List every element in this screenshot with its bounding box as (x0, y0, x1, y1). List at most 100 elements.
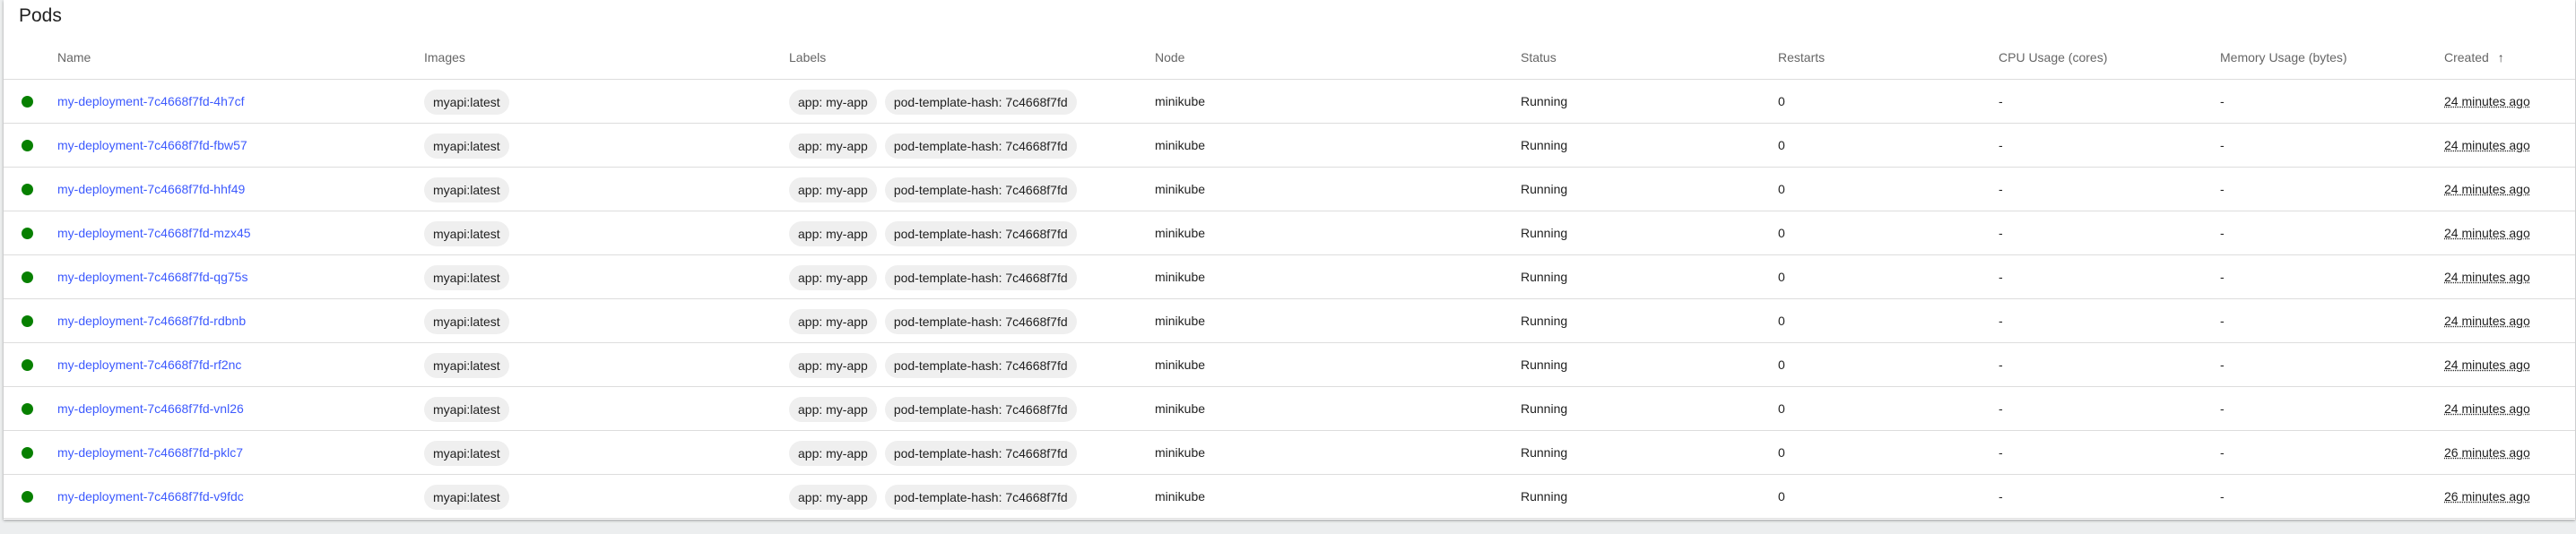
image-chip: myapi:latest (424, 221, 509, 247)
node-cell: minikube (1155, 357, 1206, 372)
table-row[interactable]: my-deployment-7c4668f7fd-mzx45 myapi:late… (4, 211, 2575, 255)
pod-name-link[interactable]: my-deployment-7c4668f7fd-pklc7 (57, 445, 243, 460)
label-chip: app: my-app (789, 90, 877, 116)
sort-ascending-icon[interactable]: ↑ (2498, 50, 2504, 65)
pods-card: Pods Name Images Labels Node Status Rest… (4, 0, 2575, 520)
label-chip: pod-template-hash: 7c4668f7fd (884, 397, 1077, 423)
table-row[interactable]: my-deployment-7c4668f7fd-fbw57 myapi:late… (4, 124, 2575, 168)
created-cell: 26 minutes ago (2444, 445, 2530, 460)
label-chip: pod-template-hash: 7c4668f7fd (884, 177, 1077, 203)
column-header-node[interactable]: Node (1155, 36, 1184, 79)
cpu-cell: - (1999, 182, 2003, 196)
table-row[interactable]: my-deployment-7c4668f7fd-pklc7 myapi:late… (4, 431, 2575, 475)
label-chip: pod-template-hash: 7c4668f7fd (884, 90, 1077, 116)
pod-name-link[interactable]: my-deployment-7c4668f7fd-4h7cf (57, 94, 245, 108)
node-cell: minikube (1155, 182, 1206, 196)
label-chip: app: my-app (789, 309, 877, 335)
status-running-icon (22, 315, 33, 327)
column-header-cpu: CPU Usage (cores) (1999, 50, 2108, 65)
label-chip: app: my-app (789, 441, 877, 467)
restarts-cell: 0 (1778, 401, 1785, 416)
image-chip: myapi:latest (424, 485, 509, 511)
created-cell: 24 minutes ago (2444, 314, 2530, 328)
status-running-icon (22, 271, 33, 283)
memory-cell: - (2220, 489, 2225, 504)
status-cell: Running (1521, 314, 1568, 328)
restarts-cell: 0 (1778, 138, 1785, 152)
status-cell: Running (1521, 401, 1568, 416)
label-chip: pod-template-hash: 7c4668f7fd (884, 309, 1077, 335)
pod-name-link[interactable]: my-deployment-7c4668f7fd-fbw57 (57, 138, 247, 152)
status-cell: Running (1521, 182, 1568, 196)
restarts-cell: 0 (1778, 445, 1785, 460)
column-header-restarts[interactable]: Restarts (1778, 36, 1825, 79)
label-chip: pod-template-hash: 7c4668f7fd (884, 441, 1077, 467)
cpu-cell: - (1999, 357, 2003, 372)
pod-name-link[interactable]: my-deployment-7c4668f7fd-vnl26 (57, 401, 244, 416)
cpu-cell: - (1999, 138, 2003, 152)
column-header-status[interactable]: Status (1521, 36, 1557, 79)
restarts-cell: 0 (1778, 357, 1785, 372)
memory-cell: - (2220, 314, 2225, 328)
memory-cell: - (2220, 357, 2225, 372)
status-running-icon (22, 359, 33, 371)
node-cell: minikube (1155, 489, 1206, 504)
label-chip: app: my-app (789, 177, 877, 203)
cpu-cell: - (1999, 314, 2003, 328)
status-running-icon (22, 96, 33, 108)
node-cell: minikube (1155, 270, 1206, 284)
node-cell: minikube (1155, 138, 1206, 152)
status-running-icon (22, 447, 33, 459)
pod-name-link[interactable]: my-deployment-7c4668f7fd-mzx45 (57, 226, 251, 240)
memory-cell: - (2220, 445, 2225, 460)
column-header-name[interactable]: Name (57, 36, 91, 79)
table-header: Name Images Labels Node Status Restarts … (4, 36, 2575, 80)
memory-cell: - (2220, 270, 2225, 284)
pod-name-link[interactable]: my-deployment-7c4668f7fd-hhf49 (57, 182, 245, 196)
memory-cell: - (2220, 226, 2225, 240)
status-cell: Running (1521, 94, 1568, 108)
page-title: Pods (19, 5, 62, 26)
table-row[interactable]: my-deployment-7c4668f7fd-qg75s myapi:late… (4, 255, 2575, 299)
created-cell: 24 minutes ago (2444, 94, 2530, 108)
label-chip: pod-template-hash: 7c4668f7fd (884, 221, 1077, 247)
image-chip: myapi:latest (424, 353, 509, 379)
image-chip: myapi:latest (424, 309, 509, 335)
label-chip: app: my-app (789, 134, 877, 159)
table-row[interactable]: my-deployment-7c4668f7fd-rf2nc myapi:late… (4, 343, 2575, 387)
image-chip: myapi:latest (424, 134, 509, 159)
pod-name-link[interactable]: my-deployment-7c4668f7fd-rf2nc (57, 357, 241, 372)
pod-name-link[interactable]: my-deployment-7c4668f7fd-rdbnb (57, 314, 246, 328)
restarts-cell: 0 (1778, 182, 1785, 196)
created-cell: 24 minutes ago (2444, 401, 2530, 416)
restarts-cell: 0 (1778, 94, 1785, 108)
table-row[interactable]: my-deployment-7c4668f7fd-hhf49 myapi:late… (4, 168, 2575, 211)
table-row[interactable]: my-deployment-7c4668f7fd-rdbnb myapi:late… (4, 299, 2575, 343)
image-chip: myapi:latest (424, 90, 509, 116)
restarts-cell: 0 (1778, 226, 1785, 240)
node-cell: minikube (1155, 94, 1206, 108)
status-cell: Running (1521, 357, 1568, 372)
node-cell: minikube (1155, 401, 1206, 416)
restarts-cell: 0 (1778, 314, 1785, 328)
label-chip: app: my-app (789, 265, 877, 291)
status-running-icon (22, 140, 33, 151)
cpu-cell: - (1999, 401, 2003, 416)
memory-cell: - (2220, 94, 2225, 108)
table-row[interactable]: my-deployment-7c4668f7fd-4h7cf myapi:late… (4, 80, 2575, 124)
status-cell: Running (1521, 445, 1568, 460)
image-chip: myapi:latest (424, 177, 509, 203)
status-cell: Running (1521, 138, 1568, 152)
image-chip: myapi:latest (424, 397, 509, 423)
pod-name-link[interactable]: my-deployment-7c4668f7fd-qg75s (57, 270, 247, 284)
node-cell: minikube (1155, 314, 1206, 328)
table-row[interactable]: my-deployment-7c4668f7fd-v9fdc myapi:late… (4, 475, 2575, 519)
column-header-images: Images (424, 50, 465, 65)
column-header-created[interactable]: Created ↑ (2444, 36, 2504, 79)
pod-name-link[interactable]: my-deployment-7c4668f7fd-v9fdc (57, 489, 244, 504)
status-cell: Running (1521, 489, 1568, 504)
table-row[interactable]: my-deployment-7c4668f7fd-vnl26 myapi:late… (4, 387, 2575, 431)
created-cell: 24 minutes ago (2444, 182, 2530, 196)
status-cell: Running (1521, 226, 1568, 240)
label-chip: pod-template-hash: 7c4668f7fd (884, 353, 1077, 379)
